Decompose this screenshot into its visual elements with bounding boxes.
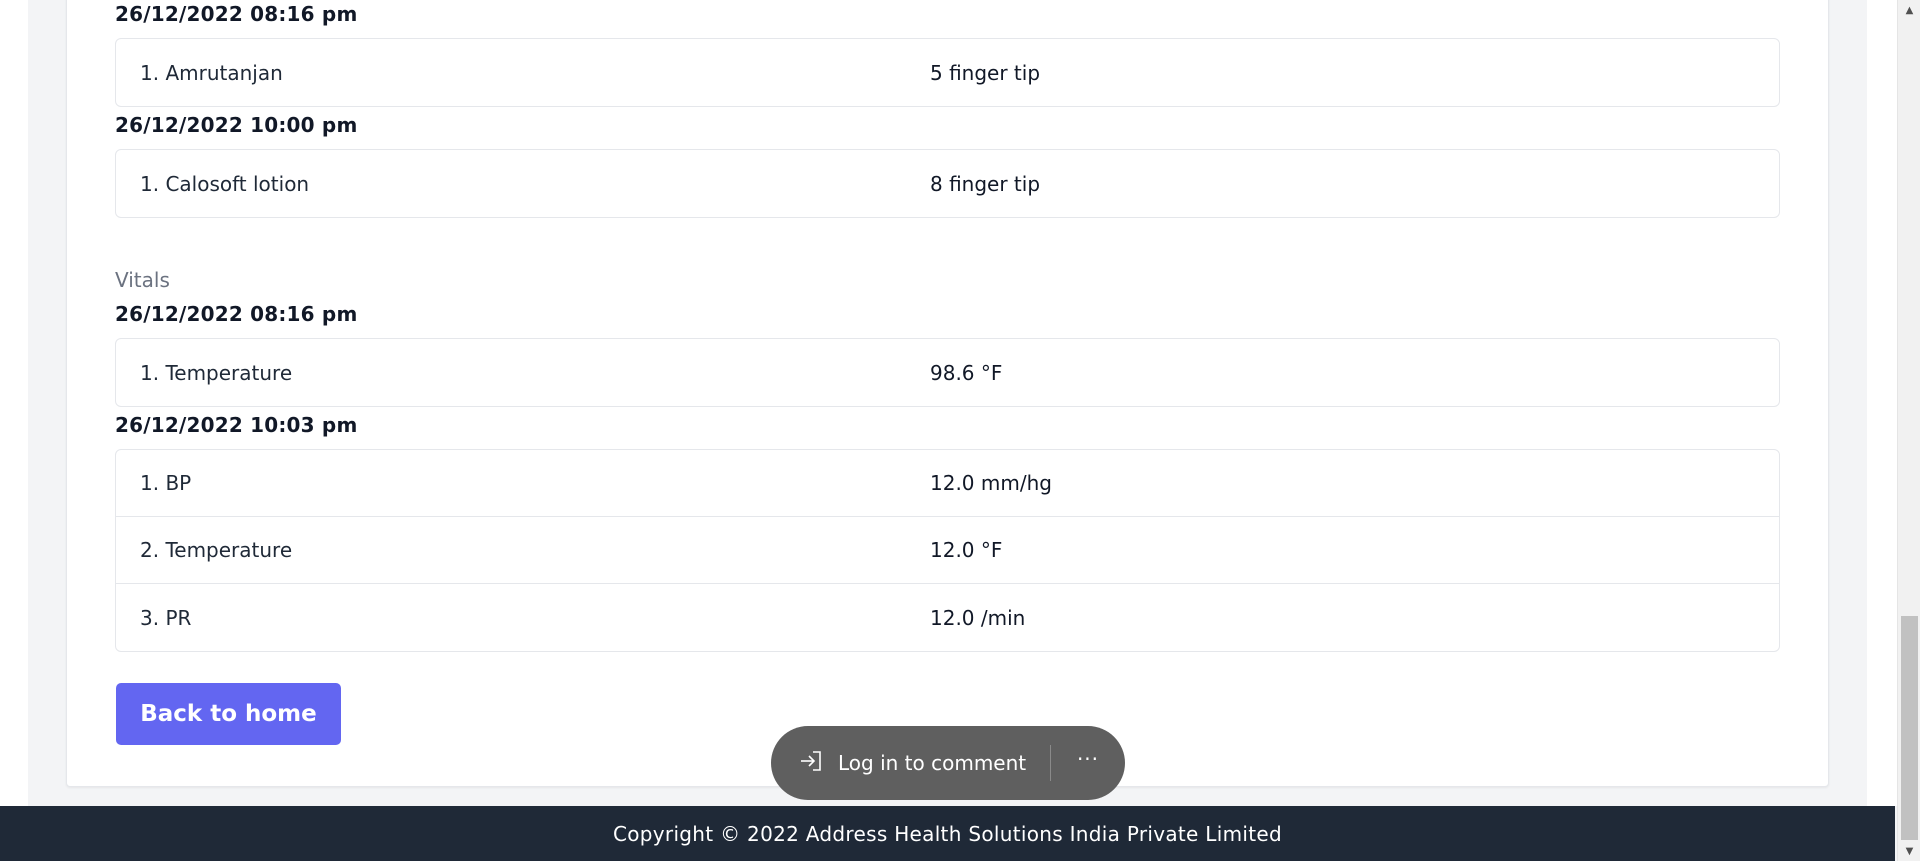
copyright-text: Copyright © 2022 Address Health Solution…: [613, 821, 1282, 846]
scrollbar-thumb[interactable]: [1901, 616, 1918, 840]
medication-table-1: 1. Amrutanjan 5 finger tip: [115, 38, 1780, 107]
vitals-heading: Vitals: [115, 268, 170, 292]
medication-dose: 5 finger tip: [930, 60, 1041, 85]
vital-name: 1. BP: [140, 471, 192, 495]
medication-table-2: 1. Calosoft lotion 8 finger tip: [115, 149, 1780, 218]
login-to-comment-label: Log in to comment: [838, 751, 1027, 775]
vitals-date-2: 26/12/2022 10:03 pm: [115, 413, 358, 437]
triangle-down-icon[interactable]: ▼: [1898, 841, 1920, 861]
vitals-date-1: 26/12/2022 08:16 pm: [115, 302, 358, 326]
triangle-up-icon[interactable]: ▲: [1898, 0, 1920, 20]
vitals-table-2: 1. BP 12.0 mm/hg 2. Temperature 12.0 °F …: [115, 449, 1780, 652]
vital-value: 12.0 °F: [930, 538, 1003, 562]
vital-value: 12.0 mm/hg: [930, 471, 1052, 495]
table-row: 1. Amrutanjan 5 finger tip: [116, 39, 1779, 106]
sign-in-icon: [798, 749, 838, 778]
table-row: 1. Calosoft lotion 8 finger tip: [116, 150, 1779, 217]
table-row: 2. Temperature 12.0 °F: [116, 517, 1779, 584]
footer: Copyright © 2022 Address Health Solution…: [0, 806, 1895, 861]
vitals-table-1: 1. Temperature 98.6 °F: [115, 338, 1780, 407]
vital-value: 12.0 /min: [930, 605, 1026, 630]
page-gutter-right: [1867, 0, 1897, 806]
medication-dose: 8 finger tip: [930, 171, 1041, 196]
vital-name: 2. Temperature: [140, 538, 293, 562]
more-options-button[interactable]: ···: [1051, 726, 1125, 800]
medication-name: 1. Amrutanjan: [140, 60, 283, 85]
vital-value: 98.6 °F: [930, 360, 1003, 385]
page-gutter-left: [0, 0, 28, 806]
table-row: 3. PR 12.0 /min: [116, 584, 1779, 651]
medication-date-2: 26/12/2022 10:00 pm: [115, 113, 358, 137]
medication-date-1: 26/12/2022 08:16 pm: [115, 2, 358, 26]
vertical-scrollbar[interactable]: ▲ ▼: [1897, 0, 1920, 861]
vital-name: 1. Temperature: [140, 360, 293, 385]
medication-name: 1. Calosoft lotion: [140, 171, 310, 196]
table-row: 1. Temperature 98.6 °F: [116, 339, 1779, 406]
table-row: 1. BP 12.0 mm/hg: [116, 450, 1779, 517]
vital-name: 3. PR: [140, 605, 192, 630]
comment-bar: Log in to comment ···: [771, 726, 1125, 800]
back-to-home-button[interactable]: Back to home: [116, 683, 341, 745]
login-to-comment-button[interactable]: Log in to comment: [771, 726, 1050, 800]
